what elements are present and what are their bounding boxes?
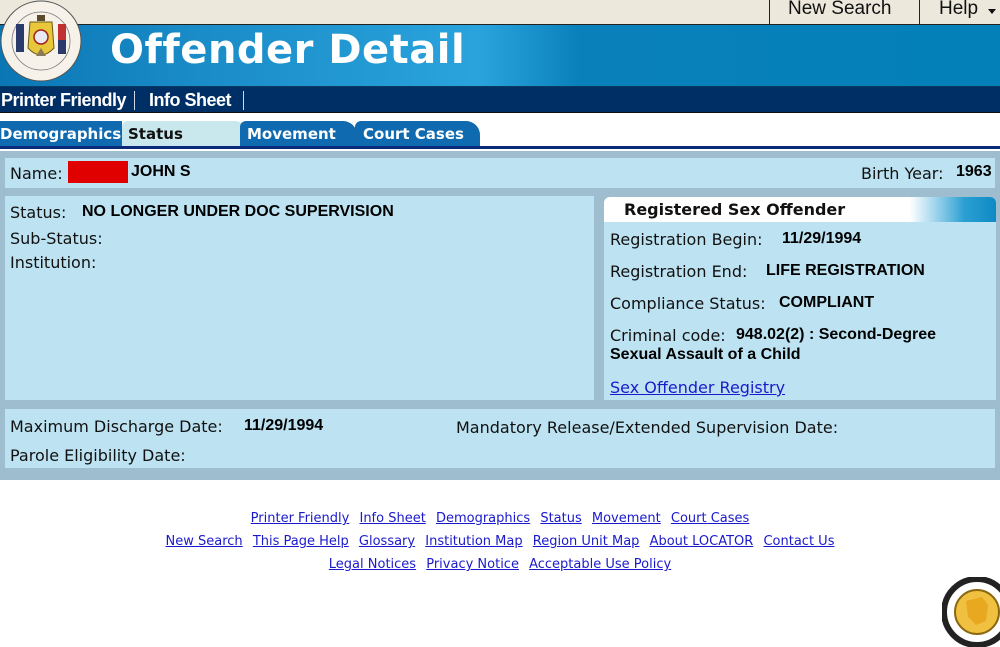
footer-link-acceptable-use-policy[interactable]: Acceptable Use Policy <box>529 557 671 572</box>
footer-link-this-page-help[interactable]: This Page Help <box>253 534 349 549</box>
footer-link-status[interactable]: Status <box>540 511 581 526</box>
info-sheet-link[interactable]: Info Sheet <box>149 90 232 111</box>
status-label: Status: <box>10 203 67 222</box>
compliance-status-label: Compliance Status: <box>610 294 766 313</box>
footer-link-privacy-notice[interactable]: Privacy Notice <box>426 557 519 572</box>
footer-link-demographics[interactable]: Demographics <box>436 511 530 526</box>
new-search-label: New Search <box>788 0 892 19</box>
footer-link-court-cases[interactable]: Court Cases <box>671 511 749 526</box>
footer-link-movement[interactable]: Movement <box>592 511 661 526</box>
nav-separator <box>243 91 244 110</box>
footer-link-contact-us[interactable]: Contact Us <box>763 534 834 549</box>
footer-link-institution-map[interactable]: Institution Map <box>425 534 522 549</box>
registration-begin-label: Registration Begin: <box>610 230 763 249</box>
sex-offender-panel: Registered Sex Offender Registration Beg… <box>604 197 996 400</box>
name-value: JOHN S <box>131 163 191 180</box>
name-row: Name: JOHN S Birth Year: 1963 <box>5 158 995 188</box>
criminal-code-label: Criminal code: <box>610 326 726 345</box>
page-banner: Offender Detail <box>0 25 1000 87</box>
help-label: Help <box>939 0 979 19</box>
registration-begin-value: 11/29/1994 <box>782 230 862 247</box>
status-value: NO LONGER UNDER DOC SUPERVISION <box>82 203 394 220</box>
wisconsin-gov-logo-icon[interactable] <box>942 577 1000 647</box>
sex-offender-registry-link[interactable]: Sex Offender Registry <box>610 378 785 397</box>
tab-movement[interactable]: Movement <box>240 121 357 146</box>
footer-link-region-unit-map[interactable]: Region Unit Map <box>533 534 640 549</box>
parole-eligibility-label: Parole Eligibility Date: <box>10 446 186 465</box>
footer-link-new-search[interactable]: New Search <box>166 534 243 549</box>
dates-panel: Maximum Discharge Date: 11/29/1994 Manda… <box>5 409 995 468</box>
new-search-button[interactable]: New Search <box>769 0 919 25</box>
compliance-status-value: COMPLIANT <box>779 294 875 311</box>
footer-link-glossary[interactable]: Glossary <box>359 534 415 549</box>
sex-offender-title: Registered Sex Offender <box>624 200 846 219</box>
nav-separator <box>134 91 135 110</box>
footer-link-printer-friendly[interactable]: Printer Friendly <box>251 511 350 526</box>
top-bar: New Search Help <box>0 0 1000 25</box>
footer-links-row-1: Printer Friendly Info Sheet Demographics… <box>0 511 1000 526</box>
offender-content: Name: JOHN S Birth Year: 1963 Status: NO… <box>0 151 1000 480</box>
footer-link-info-sheet[interactable]: Info Sheet <box>359 511 425 526</box>
tab-status[interactable]: Status <box>122 121 242 146</box>
caret-down-icon <box>988 9 996 14</box>
tab-demographics[interactable]: Demographics <box>0 121 122 146</box>
nav-bar: Printer Friendly Info Sheet <box>0 87 1000 113</box>
page-title: Offender Detail <box>110 27 466 73</box>
status-panel: Status: NO LONGER UNDER DOC SUPERVISION … <box>5 196 594 400</box>
mandatory-release-label: Mandatory Release/Extended Supervision D… <box>456 418 839 437</box>
footer-link-legal-notices[interactable]: Legal Notices <box>329 557 416 572</box>
birth-year-value: 1963 <box>956 163 992 180</box>
name-label: Name: <box>10 164 63 183</box>
tab-court-cases[interactable]: Court Cases <box>355 121 480 146</box>
registration-end-label: Registration End: <box>610 262 748 281</box>
redacted-surname <box>68 161 128 183</box>
tab-bar: Demographics Status Movement Court Cases <box>0 113 1000 150</box>
sex-offender-header: Registered Sex Offender <box>604 197 996 222</box>
registration-end-value: LIFE REGISTRATION <box>766 262 925 279</box>
birth-year-label: Birth Year: <box>861 164 944 183</box>
footer-links-row-3: Legal Notices Privacy Notice Acceptable … <box>0 557 1000 572</box>
footer-link-about-locator[interactable]: About LOCATOR <box>650 534 754 549</box>
tab-underline <box>0 146 1000 149</box>
doc-seal-icon <box>0 0 82 82</box>
criminal-code-value: 948.02(2) : Second-Degree <box>736 326 937 343</box>
max-discharge-label: Maximum Discharge Date: <box>10 417 223 436</box>
max-discharge-value: 11/29/1994 <box>244 417 324 434</box>
help-menu-button[interactable]: Help <box>919 0 1000 25</box>
institution-label: Institution: <box>10 253 97 272</box>
printer-friendly-link[interactable]: Printer Friendly <box>1 90 127 111</box>
footer-links-row-2: New Search This Page Help Glossary Insti… <box>0 534 1000 549</box>
substatus-label: Sub-Status: <box>10 229 103 248</box>
criminal-code-description: Sexual Assault of a Child <box>610 346 801 363</box>
